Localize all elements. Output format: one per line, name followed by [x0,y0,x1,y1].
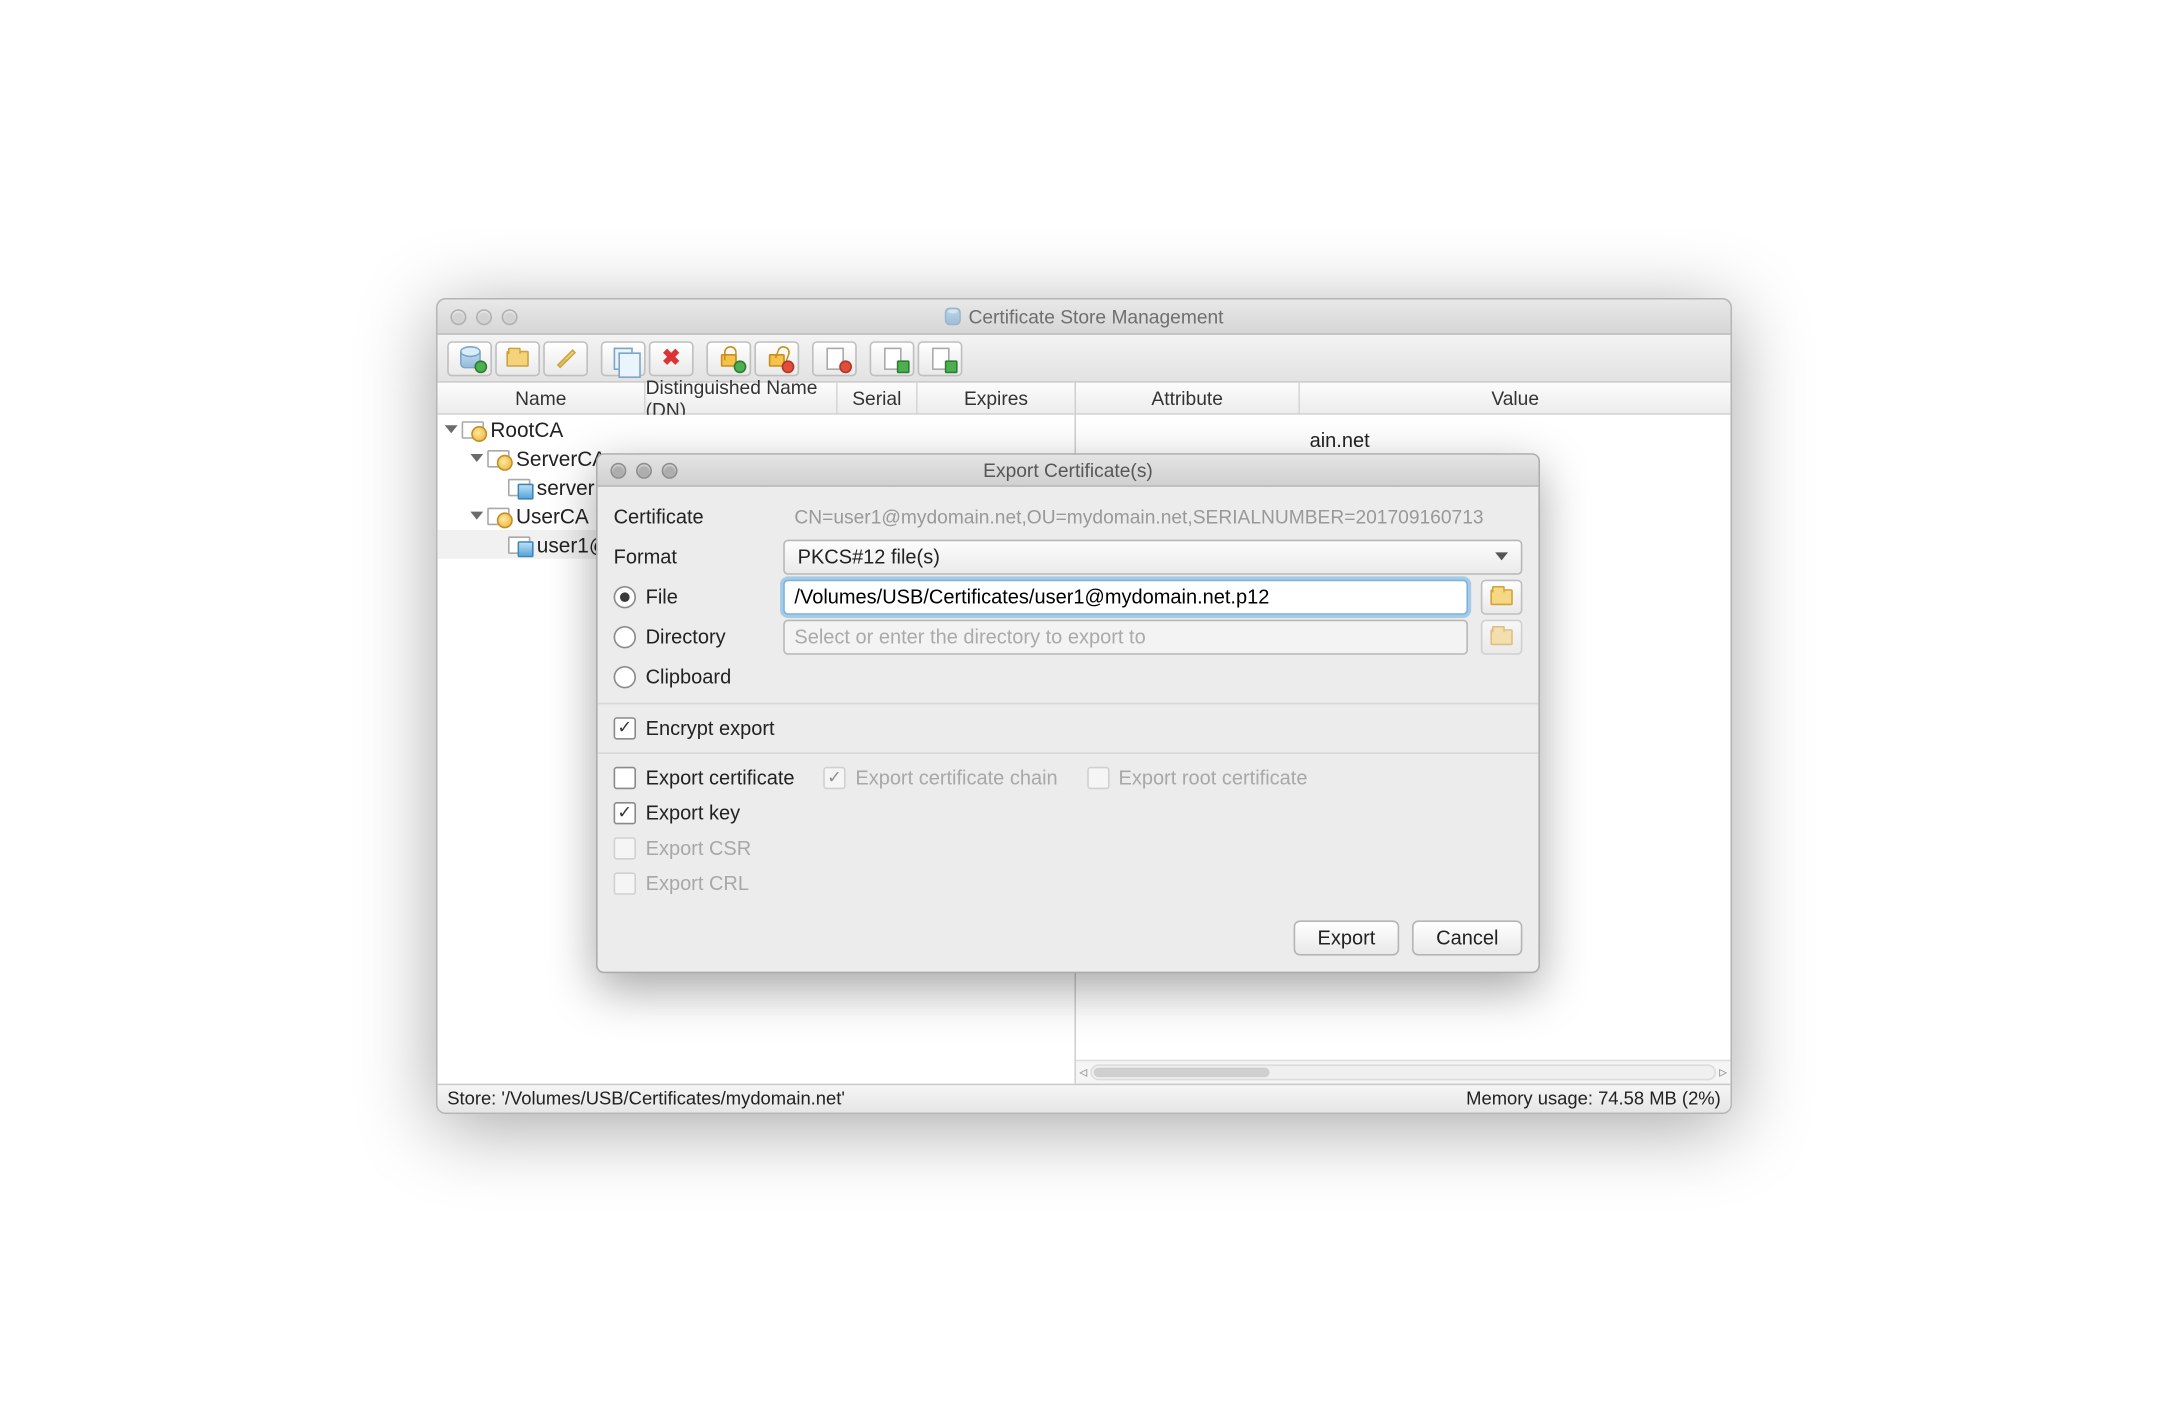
radio-clipboard[interactable] [614,665,636,687]
export-chain-row: Export certificate chain [823,760,1057,795]
export-csr-row: Export CSR [614,831,1523,866]
disclosure-triangle-icon[interactable] [470,512,483,520]
delete-button[interactable]: ✖ [649,340,694,375]
dialog-min-dot[interactable] [636,462,652,478]
checkbox-export-root [1086,767,1108,789]
checkbox-export-chain [823,767,845,789]
col-serial[interactable]: Serial [838,383,918,413]
minimize-dot[interactable] [476,308,492,324]
toolbar: ✖ [438,335,1731,383]
checkbox-export-csr [614,837,636,859]
right-column-header: Attribute Value [1076,383,1730,415]
folder-icon [1490,628,1512,644]
label-export-root: Export root certificate [1118,767,1307,789]
dialog-zoom-dot[interactable] [662,462,678,478]
col-dn[interactable]: Distinguished Name (DN) [646,383,838,413]
label-export-cert: Export certificate [646,767,795,789]
lock-open-button[interactable] [754,340,799,375]
col-attribute[interactable]: Attribute [1076,383,1300,413]
export-key-row[interactable]: Export key [614,796,1523,831]
export-button[interactable] [918,340,963,375]
tree-row-rootca[interactable]: RootCA [438,415,1075,444]
scroll-track[interactable] [1090,1064,1716,1080]
label-export-chain: Export certificate chain [855,767,1057,789]
tree-label: ServerCA [516,446,606,470]
file-path-input[interactable] [783,579,1468,614]
open-store-button[interactable] [495,340,540,375]
window-title: Certificate Store Management [968,305,1223,327]
label-clipboard: Clipboard [646,665,732,687]
edit-store-button[interactable] [543,340,588,375]
encrypt-row[interactable]: Encrypt export [614,711,1523,746]
label-export-csr: Export CSR [646,837,752,859]
attributes-hscroll[interactable]: ◃ ▹ [1076,1060,1730,1084]
radio-file[interactable] [614,585,636,607]
label-export-crl: Export CRL [646,872,749,894]
export-crl-row: Export CRL [614,866,1523,901]
label-directory: Directory [646,625,726,647]
database-icon [944,308,960,326]
lock-add-button[interactable] [706,340,751,375]
label-format: Format [614,545,771,567]
left-column-header: Name Distinguished Name (DN) Serial Expi… [438,383,1075,415]
certificate-icon [462,420,484,438]
revoke-button[interactable] [812,340,857,375]
chevron-down-icon [1495,552,1508,560]
scroll-left-icon[interactable]: ◃ [1079,1064,1087,1082]
close-dot[interactable] [450,308,466,324]
certificate-icon [487,507,509,525]
directory-path-input[interactable] [783,619,1468,654]
new-store-button[interactable] [447,340,492,375]
label-encrypt: Encrypt export [646,717,775,739]
tree-label: UserCA [516,504,589,528]
export-cert-row[interactable]: Export certificate [614,760,795,795]
browse-directory-button[interactable] [1481,619,1523,654]
col-name[interactable]: Name [438,383,646,413]
certificate-icon [487,449,509,467]
col-expires[interactable]: Expires [918,383,1075,413]
traffic-lights [450,308,517,324]
checkbox-encrypt[interactable] [614,717,636,739]
statusbar: Store: '/Volumes/USB/Certificates/mydoma… [438,1084,1731,1113]
format-value: PKCS#12 file(s) [798,545,940,567]
label-file: File [646,585,678,607]
certificate-key-icon [508,478,530,496]
status-store: Store: '/Volumes/USB/Certificates/mydoma… [447,1089,845,1108]
folder-icon [1490,588,1512,604]
export-button[interactable]: Export [1294,920,1400,955]
radio-directory[interactable] [614,625,636,647]
disclosure-triangle-icon[interactable] [445,425,458,433]
export-root-row: Export root certificate [1086,760,1307,795]
dialog-title: Export Certificate(s) [983,459,1153,481]
export-dialog: Export Certificate(s) Certificate CN=use… [596,453,1540,973]
checkbox-export-crl [614,872,636,894]
checkbox-export-cert[interactable] [614,767,636,789]
tree-label: RootCA [490,417,563,441]
scroll-thumb[interactable] [1094,1068,1270,1078]
checkbox-export-key[interactable] [614,802,636,824]
disclosure-triangle-icon[interactable] [470,454,483,462]
dialog-close-dot[interactable] [610,462,626,478]
scroll-right-icon[interactable]: ▹ [1719,1064,1727,1082]
cancel-button[interactable]: Cancel [1412,920,1522,955]
label-certificate: Certificate [614,505,771,527]
main-titlebar: Certificate Store Management [438,300,1731,335]
dialog-titlebar: Export Certificate(s) [598,455,1539,487]
status-memory: Memory usage: 74.58 MB (2%) [1466,1089,1721,1108]
col-value[interactable]: Value [1300,383,1730,413]
label-export-key: Export key [646,802,741,824]
zoom-dot[interactable] [502,308,518,324]
certificate-value: CN=user1@mydomain.net,OU=mydomain.net,SE… [783,499,1522,534]
certificate-key-icon [508,536,530,554]
format-combo[interactable]: PKCS#12 file(s) [783,539,1522,574]
copy-button[interactable] [601,340,646,375]
import-button[interactable] [870,340,915,375]
attr-row: ain.net [1076,424,1730,456]
browse-file-button[interactable] [1481,579,1523,614]
